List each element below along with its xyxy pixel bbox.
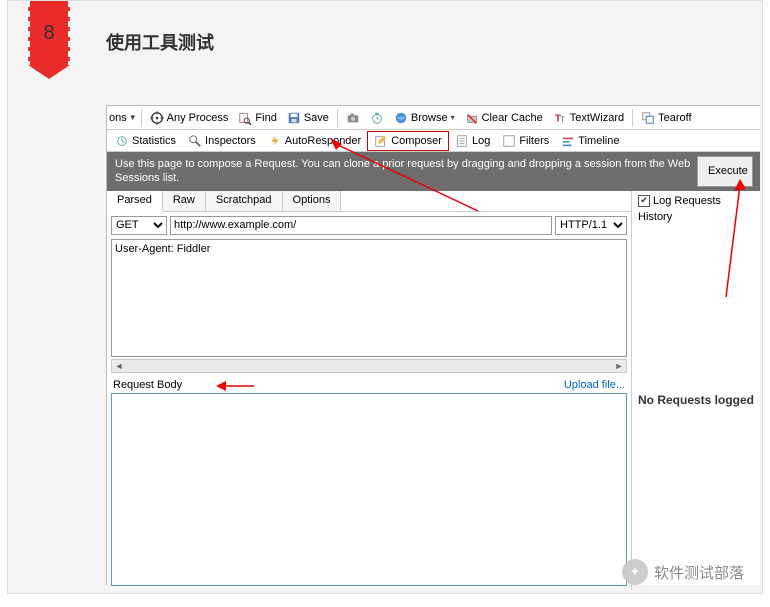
step-badge: 8 (28, 1, 70, 81)
http-version-select[interactable]: HTTP/1.1 (555, 216, 627, 235)
screenshot-button[interactable] (342, 110, 364, 126)
info-text: Use this page to compose a Request. You … (115, 157, 691, 186)
wechat-icon: ✦ (622, 559, 648, 585)
subtab-scratchpad[interactable]: Scratchpad (206, 191, 283, 211)
textwizard-button[interactable]: TT TextWizard (549, 110, 628, 126)
browse-button[interactable]: Browse ▾ (390, 110, 459, 126)
stats-icon (115, 134, 129, 148)
chevron-down-icon: ▾ (451, 113, 455, 122)
any-process-button[interactable]: Any Process (146, 110, 233, 126)
tab-filters[interactable]: Filters (496, 132, 555, 150)
tab-log[interactable]: Log (449, 132, 496, 150)
tab-inspectors[interactable]: Inspectors (182, 132, 262, 150)
clear-cache-button[interactable]: Clear Cache (461, 110, 547, 126)
headers-textarea[interactable]: User-Agent: Fiddler (111, 239, 627, 357)
compose-icon (374, 134, 388, 148)
truncated-text: ons (109, 112, 127, 124)
bolt-icon (268, 134, 282, 148)
info-strip: Use this page to compose a Request. You … (107, 152, 760, 191)
timeline-icon (561, 134, 575, 148)
tearoff-button[interactable]: Tearoff (637, 110, 695, 126)
find-button[interactable]: Find (234, 110, 280, 126)
browser-icon (394, 111, 408, 125)
history-label: History (638, 211, 754, 223)
composer-subtabs: Parsed Raw Scratchpad Options (107, 191, 631, 212)
save-button[interactable]: Save (283, 110, 333, 126)
scroll-right-icon[interactable]: ► (612, 360, 626, 372)
request-body-label: Request Body (113, 379, 182, 391)
tab-autoresponder[interactable]: AutoResponder (262, 132, 367, 150)
subtab-raw[interactable]: Raw (163, 191, 206, 211)
step-number: 8 (43, 22, 54, 45)
upload-file-link[interactable]: Upload file... (564, 379, 625, 391)
save-icon (287, 111, 301, 125)
watermark: ✦ 软件测试部落 (622, 559, 744, 585)
view-tabs: Statistics Inspectors AutoResponder Comp… (107, 130, 760, 152)
svg-text:T: T (560, 115, 565, 124)
timer-button[interactable] (366, 110, 388, 126)
tab-composer[interactable]: Composer (367, 131, 449, 151)
clear-cache-icon (465, 111, 479, 125)
side-panel: ✔ Log Requests History No Requests logge… (632, 191, 760, 590)
tearoff-icon (641, 111, 655, 125)
subtab-parsed[interactable]: Parsed (107, 191, 163, 212)
target-icon (150, 111, 164, 125)
subtab-options[interactable]: Options (283, 191, 342, 211)
tab-timeline[interactable]: Timeline (555, 132, 625, 150)
textwizard-icon: TT (553, 111, 567, 125)
url-input[interactable] (170, 216, 552, 235)
scroll-left-icon[interactable]: ◄ (112, 360, 126, 372)
request-body-textarea[interactable] (111, 393, 627, 586)
tab-statistics[interactable]: Statistics (109, 132, 182, 150)
inspect-icon (188, 134, 202, 148)
find-icon (238, 111, 252, 125)
main-toolbar: ons ▼ Any Process Find Save (107, 106, 760, 130)
no-requests-text: No Requests logged (638, 393, 754, 407)
execute-button[interactable]: Execute (697, 156, 753, 187)
page-title: 使用工具测试 (106, 29, 214, 55)
log-requests-label: Log Requests (653, 195, 721, 207)
request-line: GET HTTP/1.1 (107, 212, 631, 239)
camera-icon (346, 111, 360, 125)
log-icon (455, 134, 469, 148)
chevron-down-icon[interactable]: ▼ (129, 113, 137, 122)
clock-icon (370, 111, 384, 125)
fiddler-window: ons ▼ Any Process Find Save (106, 105, 760, 585)
filter-icon (502, 134, 516, 148)
horizontal-scrollbar[interactable]: ◄ ► (111, 359, 627, 373)
log-requests-checkbox[interactable]: ✔ (638, 195, 650, 207)
method-select[interactable]: GET (111, 216, 167, 235)
